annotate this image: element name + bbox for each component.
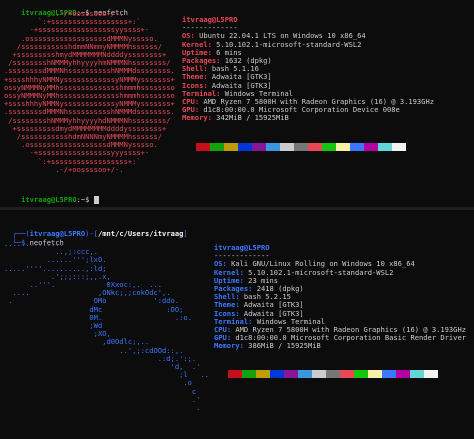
color-swatch xyxy=(410,370,424,378)
prompt-path: /mnt/c/Users/itvraag xyxy=(97,229,184,239)
color-swatch xyxy=(214,370,228,378)
color-swatch xyxy=(284,370,298,378)
color-swatch xyxy=(396,370,410,378)
color-swatch xyxy=(340,370,354,378)
info-value: 386MiB / 15925MiB xyxy=(248,341,321,351)
info-value: 342MiB / 15925MiB xyxy=(216,113,289,123)
color-swatch xyxy=(256,370,270,378)
color-swatch xyxy=(368,370,382,378)
ascii-art-line: . xyxy=(4,403,201,413)
color-swatch xyxy=(280,143,294,151)
color-swatch xyxy=(210,143,224,151)
info-row: Memory: 342MiB / 15925MiB xyxy=(182,114,434,122)
color-swatch xyxy=(336,143,350,151)
color-swatch xyxy=(424,370,438,378)
prompt-user: itvraag@L5PRO xyxy=(21,195,77,205)
info-colon: : xyxy=(239,341,249,351)
color-swatch xyxy=(252,143,266,151)
color-swatch xyxy=(312,370,326,378)
color-swatch xyxy=(382,370,396,378)
system-info-ubuntu: itvraag@L5PRO ------------- OS: Ubuntu 22.… xyxy=(182,15,434,123)
color-swatch xyxy=(182,143,196,151)
info-key: Memory xyxy=(214,341,240,351)
terminal-pane-ubuntu[interactable]: itvraag@L5PRO:~$ neofetch .-/+oossssoo+/… xyxy=(0,0,474,207)
prompt-mid: )-[ xyxy=(85,229,98,239)
color-swatch xyxy=(242,370,256,378)
color-swatch xyxy=(350,143,364,151)
color-swatch xyxy=(228,370,242,378)
color-swatch xyxy=(354,370,368,378)
color-swatch xyxy=(294,143,308,151)
color-swatch xyxy=(308,143,322,151)
prompt-end: ] xyxy=(183,229,188,239)
color-swatch xyxy=(392,143,406,151)
info-key: Memory xyxy=(182,113,208,123)
color-swatch xyxy=(266,143,280,151)
prompt-symbol: :~$ xyxy=(76,195,90,205)
color-swatch xyxy=(364,143,378,151)
info-colon: : xyxy=(207,113,217,123)
ascii-art-line: .-/+oossssoo+/-. xyxy=(4,164,124,174)
color-palette xyxy=(214,370,438,378)
ubuntu-ascii-logo: .-/+oossssoo+/-. `:+ssssssssssssssssss+:… xyxy=(4,9,175,174)
color-swatch xyxy=(378,143,392,151)
text-cursor xyxy=(93,196,99,205)
info-row: Memory: 386MiB / 15925MiB xyxy=(214,342,466,350)
color-swatch xyxy=(238,143,252,151)
color-swatch xyxy=(224,143,238,151)
prompt-line-2[interactable]: itvraag@L5PRO:~$ xyxy=(4,188,99,207)
color-swatch xyxy=(270,370,284,378)
color-swatch xyxy=(326,370,340,378)
system-info-kali: itvraag@L5PRO ------------- OS: Kali GNU/L… xyxy=(214,243,466,351)
color-swatch xyxy=(196,143,210,151)
color-palette xyxy=(182,143,406,151)
color-swatch xyxy=(298,370,312,378)
color-swatch xyxy=(322,143,336,151)
kali-ascii-logo: .............. ..,;:ccc,. ......''';lxO.… xyxy=(4,239,209,413)
